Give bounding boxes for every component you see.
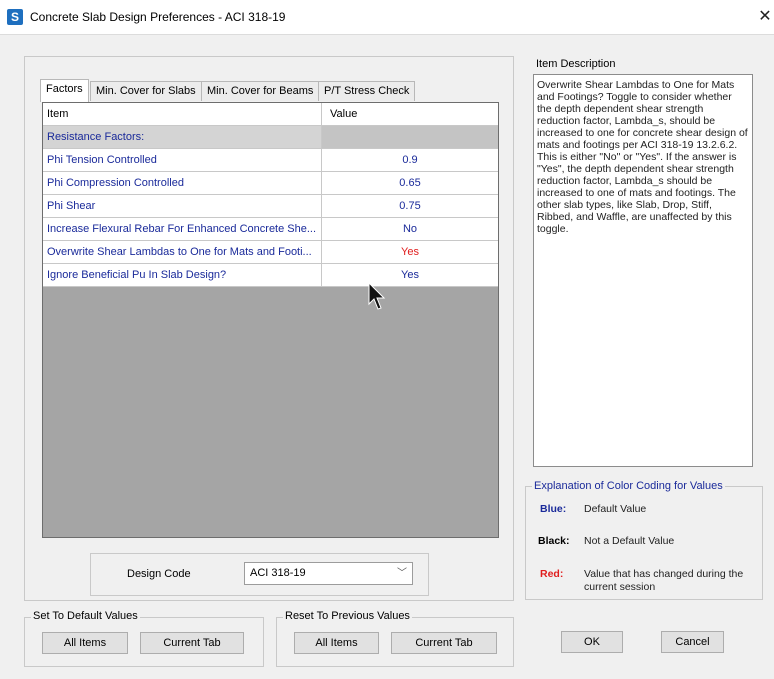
- legend-key-red: Red:: [540, 568, 564, 580]
- set-default-label: Set To Default Values: [31, 610, 140, 622]
- design-code-select[interactable]: ACI 318-19 ﹀: [244, 562, 413, 585]
- table-row[interactable]: Phi Shear 0.75: [43, 195, 498, 218]
- row-item-label: Resistance Factors:: [43, 126, 322, 149]
- item-description-text: Overwrite Shear Lambdas to One for Mats …: [533, 74, 753, 467]
- item-description-label: Item Description: [534, 58, 618, 70]
- ok-button[interactable]: OK: [561, 631, 623, 653]
- row-item-label: Phi Tension Controlled: [43, 149, 322, 172]
- tab-min-cover-slabs[interactable]: Min. Cover for Slabs: [90, 81, 202, 101]
- row-value-cell[interactable]: Yes: [322, 264, 498, 287]
- row-value-cell: [322, 126, 498, 149]
- row-value-cell[interactable]: 0.9: [322, 149, 498, 172]
- reset-previous-label: Reset To Previous Values: [283, 610, 412, 622]
- color-legend-label: Explanation of Color Coding for Values: [532, 480, 725, 492]
- cancel-button[interactable]: Cancel: [661, 631, 724, 653]
- mouse-cursor-icon: [368, 282, 386, 310]
- title-bar: S Concrete Slab Design Preferences - ACI…: [0, 0, 774, 34]
- legend-text-red: Value that has changed during the curren…: [584, 568, 744, 593]
- legend-key-black: Black:: [538, 535, 570, 547]
- chevron-down-icon[interactable]: ﹀: [396, 563, 408, 584]
- set-default-current-tab-button[interactable]: Current Tab: [140, 632, 244, 654]
- design-code-label: Design Code: [127, 568, 191, 580]
- row-value-cell[interactable]: 0.75: [322, 195, 498, 218]
- design-code-value: ACI 318-19: [250, 567, 306, 579]
- table-row[interactable]: Ignore Beneficial Pu In Slab Design? Yes: [43, 264, 498, 287]
- row-item-label: Overwrite Shear Lambdas to One for Mats …: [43, 241, 322, 264]
- table-row[interactable]: Increase Flexural Rebar For Enhanced Con…: [43, 218, 498, 241]
- row-value-cell[interactable]: Yes: [322, 241, 498, 264]
- close-icon[interactable]: ✕: [756, 6, 774, 28]
- table-row[interactable]: Phi Tension Controlled 0.9: [43, 149, 498, 172]
- column-header-value: Value: [322, 103, 498, 126]
- column-header-item: Item: [43, 103, 322, 126]
- window-title: Concrete Slab Design Preferences - ACI 3…: [30, 10, 286, 24]
- legend-text-black: Not a Default Value: [584, 535, 675, 547]
- row-value-cell[interactable]: No: [322, 218, 498, 241]
- set-default-all-items-button[interactable]: All Items: [42, 632, 128, 654]
- tab-min-cover-beams[interactable]: Min. Cover for Beams: [201, 81, 320, 101]
- row-item-label: Phi Compression Controlled: [43, 172, 322, 195]
- row-value-cell[interactable]: 0.65: [322, 172, 498, 195]
- table-row-selected[interactable]: Overwrite Shear Lambdas to One for Mats …: [43, 241, 498, 264]
- table-row[interactable]: Phi Compression Controlled 0.65: [43, 172, 498, 195]
- reset-previous-current-tab-button[interactable]: Current Tab: [391, 632, 497, 654]
- row-item-label: Ignore Beneficial Pu In Slab Design?: [43, 264, 322, 287]
- tab-pt-stress-check[interactable]: P/T Stress Check: [318, 81, 416, 101]
- tab-factors[interactable]: Factors: [40, 79, 89, 102]
- preferences-grid: Item Value Resistance Factors: Phi Tensi…: [42, 102, 499, 538]
- row-item-label: Increase Flexural Rebar For Enhanced Con…: [43, 218, 322, 241]
- grid-header-row: Item Value: [43, 103, 498, 126]
- app-icon: S: [7, 9, 23, 25]
- legend-key-blue: Blue:: [540, 503, 567, 515]
- row-item-label: Phi Shear: [43, 195, 322, 218]
- legend-text-blue: Default Value: [584, 503, 647, 515]
- table-row-section: Resistance Factors:: [43, 126, 498, 149]
- reset-previous-all-items-button[interactable]: All Items: [294, 632, 379, 654]
